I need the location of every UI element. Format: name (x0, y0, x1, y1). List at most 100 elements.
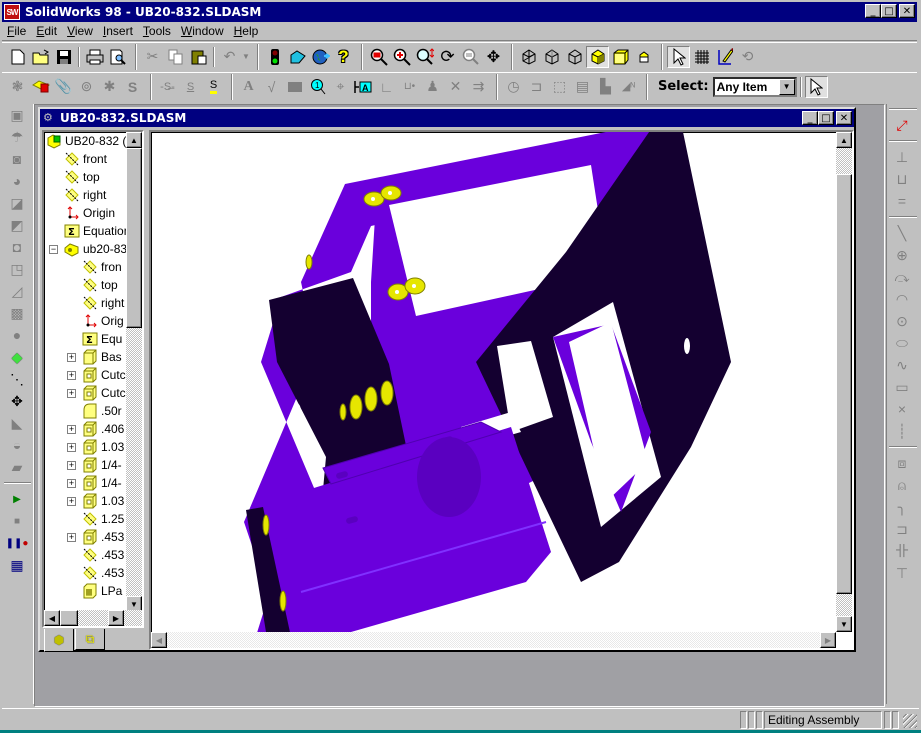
viewport-scroll-left-button[interactable]: ◀ (151, 632, 167, 648)
hole-button[interactable]: ● (2, 324, 32, 346)
tree-item[interactable]: + .453 (44, 528, 128, 546)
block-button[interactable] (283, 76, 306, 98)
sketch-dimension-button[interactable]: S (179, 76, 202, 98)
section-view-button[interactable] (632, 46, 655, 68)
tree-item[interactable]: UB20-832 ( (44, 132, 128, 150)
datum-feature-button[interactable]: A (352, 76, 375, 98)
resize-grip[interactable] (903, 714, 917, 728)
graphics-viewport[interactable]: ▲ ▼ ◀ ▶ (149, 130, 854, 650)
fillet-button[interactable]: ◪ (2, 192, 32, 214)
revolved-cut-button[interactable]: ◕ (2, 170, 32, 192)
revolve-face-button[interactable]: ◒ (2, 434, 32, 456)
circle-center-button[interactable]: ⊙ (887, 310, 917, 332)
paste-button[interactable] (187, 46, 210, 68)
dome-button[interactable]: ▩ (2, 302, 32, 324)
tab-feature-manager[interactable]: ⬢ (44, 629, 74, 652)
play-macro-button[interactable]: ▶ (2, 488, 32, 510)
tree-item[interactable]: + .406 (44, 420, 128, 438)
smart-mates-button[interactable]: S (121, 76, 144, 98)
assembly-model[interactable] (151, 132, 836, 632)
line-button[interactable]: ╲ (887, 222, 917, 244)
document-minimize-button[interactable]: _ (802, 111, 818, 125)
document-close-button[interactable]: ✕ (836, 111, 852, 125)
tree-item[interactable]: right (44, 294, 128, 312)
rotate-view-button[interactable]: ⟳ (436, 46, 459, 68)
tree-item[interactable]: front (44, 150, 128, 168)
centerpoint-arc-button[interactable]: ◠ (887, 288, 917, 310)
document-maximize-button[interactable]: □ (818, 111, 834, 125)
geometric-tolerance-button[interactable]: ∟ (375, 76, 398, 98)
extruded-boss-button[interactable]: ▣ (2, 104, 32, 126)
dimension-button[interactable]: ⤢ (887, 114, 917, 136)
menu-tools[interactable]: Tools (138, 24, 176, 38)
rebuild-button[interactable] (263, 46, 286, 68)
expand-icon[interactable]: + (67, 478, 76, 488)
options-button[interactable] (286, 46, 309, 68)
expand-icon[interactable]: + (67, 352, 76, 362)
chamfer-button[interactable]: ◩ (2, 214, 32, 236)
sketch-relations-button[interactable]: -S̶- (156, 76, 179, 98)
tree-item[interactable]: − ub20-83 (44, 240, 128, 258)
insert-component-button[interactable]: ❃ (6, 76, 29, 98)
tree-item[interactable]: top (44, 276, 128, 294)
menu-view[interactable]: View (62, 24, 98, 38)
document-title-bar[interactable]: ⚙ UB20-832.SLDASM _ □ ✕ (40, 109, 854, 127)
frame-button[interactable]: ⬚ (548, 76, 571, 98)
dowel-pin-button[interactable]: ⇉ (467, 76, 490, 98)
plane-button[interactable]: ◆ (2, 346, 32, 368)
balloon-button[interactable]: 1 (306, 76, 329, 98)
grid-button[interactable] (690, 46, 713, 68)
pattern-relation-button[interactable]: ⊔ (887, 168, 917, 190)
new-document-button[interactable] (6, 46, 29, 68)
ellipse-button[interactable]: ⬭ (887, 332, 917, 354)
tree-item[interactable]: Σ Equ (44, 330, 128, 348)
tree-item[interactable]: Σ Equation (44, 222, 130, 240)
surface-finish-button[interactable]: √ (260, 76, 283, 98)
select-filter-dropdown[interactable]: Any Item ▼ (712, 76, 797, 97)
print-preview-button[interactable] (106, 46, 129, 68)
pan-button[interactable]: ✥ (482, 46, 505, 68)
select-button[interactable] (667, 45, 690, 68)
cosmetic-thread-button[interactable]: ✕ (444, 76, 467, 98)
hole-callout-button[interactable]: ⊔• (398, 76, 421, 98)
point-button[interactable]: × (887, 398, 917, 420)
tree-item[interactable]: +1.03 (44, 492, 128, 510)
app-title-bar[interactable]: SW SolidWorks 98 - UB20-832.SLDASM _ □ ✕ (2, 2, 917, 22)
expand-icon[interactable]: + (67, 460, 76, 470)
align-bottom-button[interactable]: ▙ (594, 76, 617, 98)
tree-item[interactable]: +1.03 (44, 438, 128, 456)
viewport-scroll-thumb[interactable] (836, 174, 852, 594)
mate-reference-button[interactable]: 📎 (52, 76, 75, 98)
hidden-lines-gray-button[interactable] (540, 46, 563, 68)
zoom-to-fit-button[interactable] (367, 46, 390, 68)
align-top-button[interactable]: ▤ (571, 76, 594, 98)
shell-button[interactable]: ◘ (2, 236, 32, 258)
datum-target-button[interactable]: ⌖ (329, 76, 352, 98)
thicken-button[interactable]: ▰ (2, 456, 32, 478)
undo-button[interactable]: ↶ (218, 46, 241, 68)
hidden-lines-removed-button[interactable] (563, 46, 586, 68)
move-triad-button[interactable]: ✥ (2, 390, 32, 412)
axis-button[interactable]: ⋱ (2, 368, 32, 390)
hide-show-component-button[interactable] (29, 76, 52, 98)
edit-macro-button[interactable]: ▦ (2, 554, 32, 576)
print-button[interactable] (83, 46, 106, 68)
expand-icon[interactable]: + (67, 424, 76, 434)
open-button[interactable] (29, 46, 52, 68)
equal-button[interactable]: = (887, 190, 917, 212)
rectangle-button[interactable]: ▭ (887, 376, 917, 398)
rotate-component-button[interactable]: ◷ (502, 76, 525, 98)
centerline-button[interactable]: ┊ (887, 420, 917, 442)
tree-item[interactable]: .453 (44, 564, 128, 582)
viewport-horizontal-scrollbar[interactable]: ◀ ▶ (151, 632, 836, 648)
tree-scroll-right-button[interactable]: ▶ (108, 610, 124, 626)
tree-item[interactable]: + Bas (44, 348, 128, 366)
tree-item[interactable]: Origin (44, 204, 128, 222)
viewport-scroll-up-button[interactable]: ▲ (836, 132, 852, 148)
app-maximize-button[interactable]: □ (881, 4, 897, 18)
expand-icon[interactable]: + (67, 496, 76, 506)
shaded-perspective-button[interactable] (609, 46, 632, 68)
trim-button[interactable]: ⊤ (887, 562, 917, 584)
weld-symbol-button[interactable]: ♟ (421, 76, 444, 98)
web-button[interactable] (309, 46, 332, 68)
